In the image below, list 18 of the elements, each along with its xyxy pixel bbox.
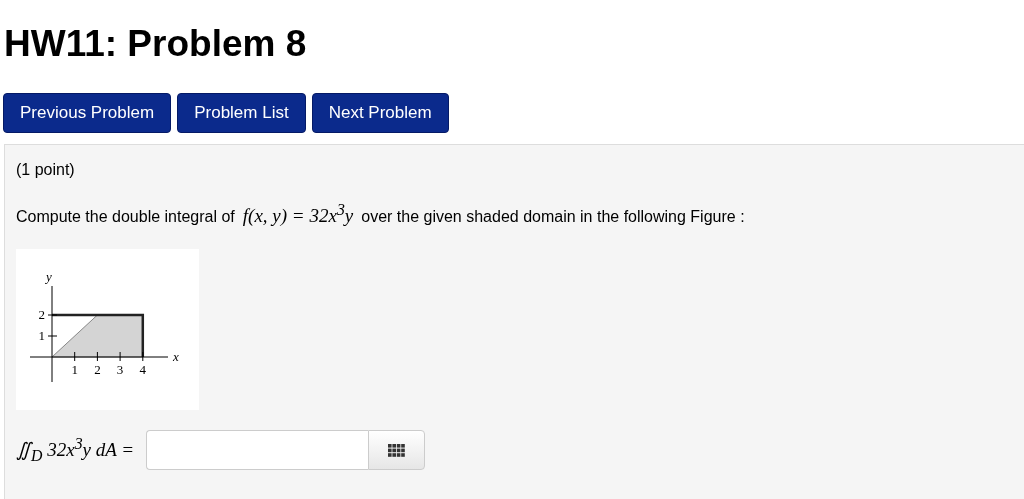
tick-label: 3: [116, 362, 124, 378]
keypad-button[interactable]: [368, 430, 426, 471]
tick-label: 1: [38, 328, 45, 344]
tick-label: 2: [38, 307, 45, 323]
axis-label: y: [46, 269, 52, 285]
nav-button[interactable]: Previous Problem: [3, 93, 172, 133]
nav-button[interactable]: Next Problem: [311, 93, 449, 133]
tick-label: 2: [94, 362, 101, 378]
tick-label: 4: [139, 362, 147, 378]
tick-label: 1: [71, 362, 78, 378]
keypad-icon: [388, 443, 406, 457]
points-text: (1 point): [16, 160, 76, 179]
answer-field[interactable]: [146, 430, 369, 471]
problem-statement: Compute the double integral of f(x, y) = 32x$^{3}$y over the given shaded domain in the following Figure :: [16, 201, 746, 228]
nav-button[interactable]: Problem List: [177, 93, 306, 133]
answer-label: ∬$_{D}$ 32x$^{3}$y dA =: [16, 435, 135, 466]
axis-label: x: [173, 349, 179, 365]
page-title: HW11: Problem 8: [3, 22, 308, 66]
